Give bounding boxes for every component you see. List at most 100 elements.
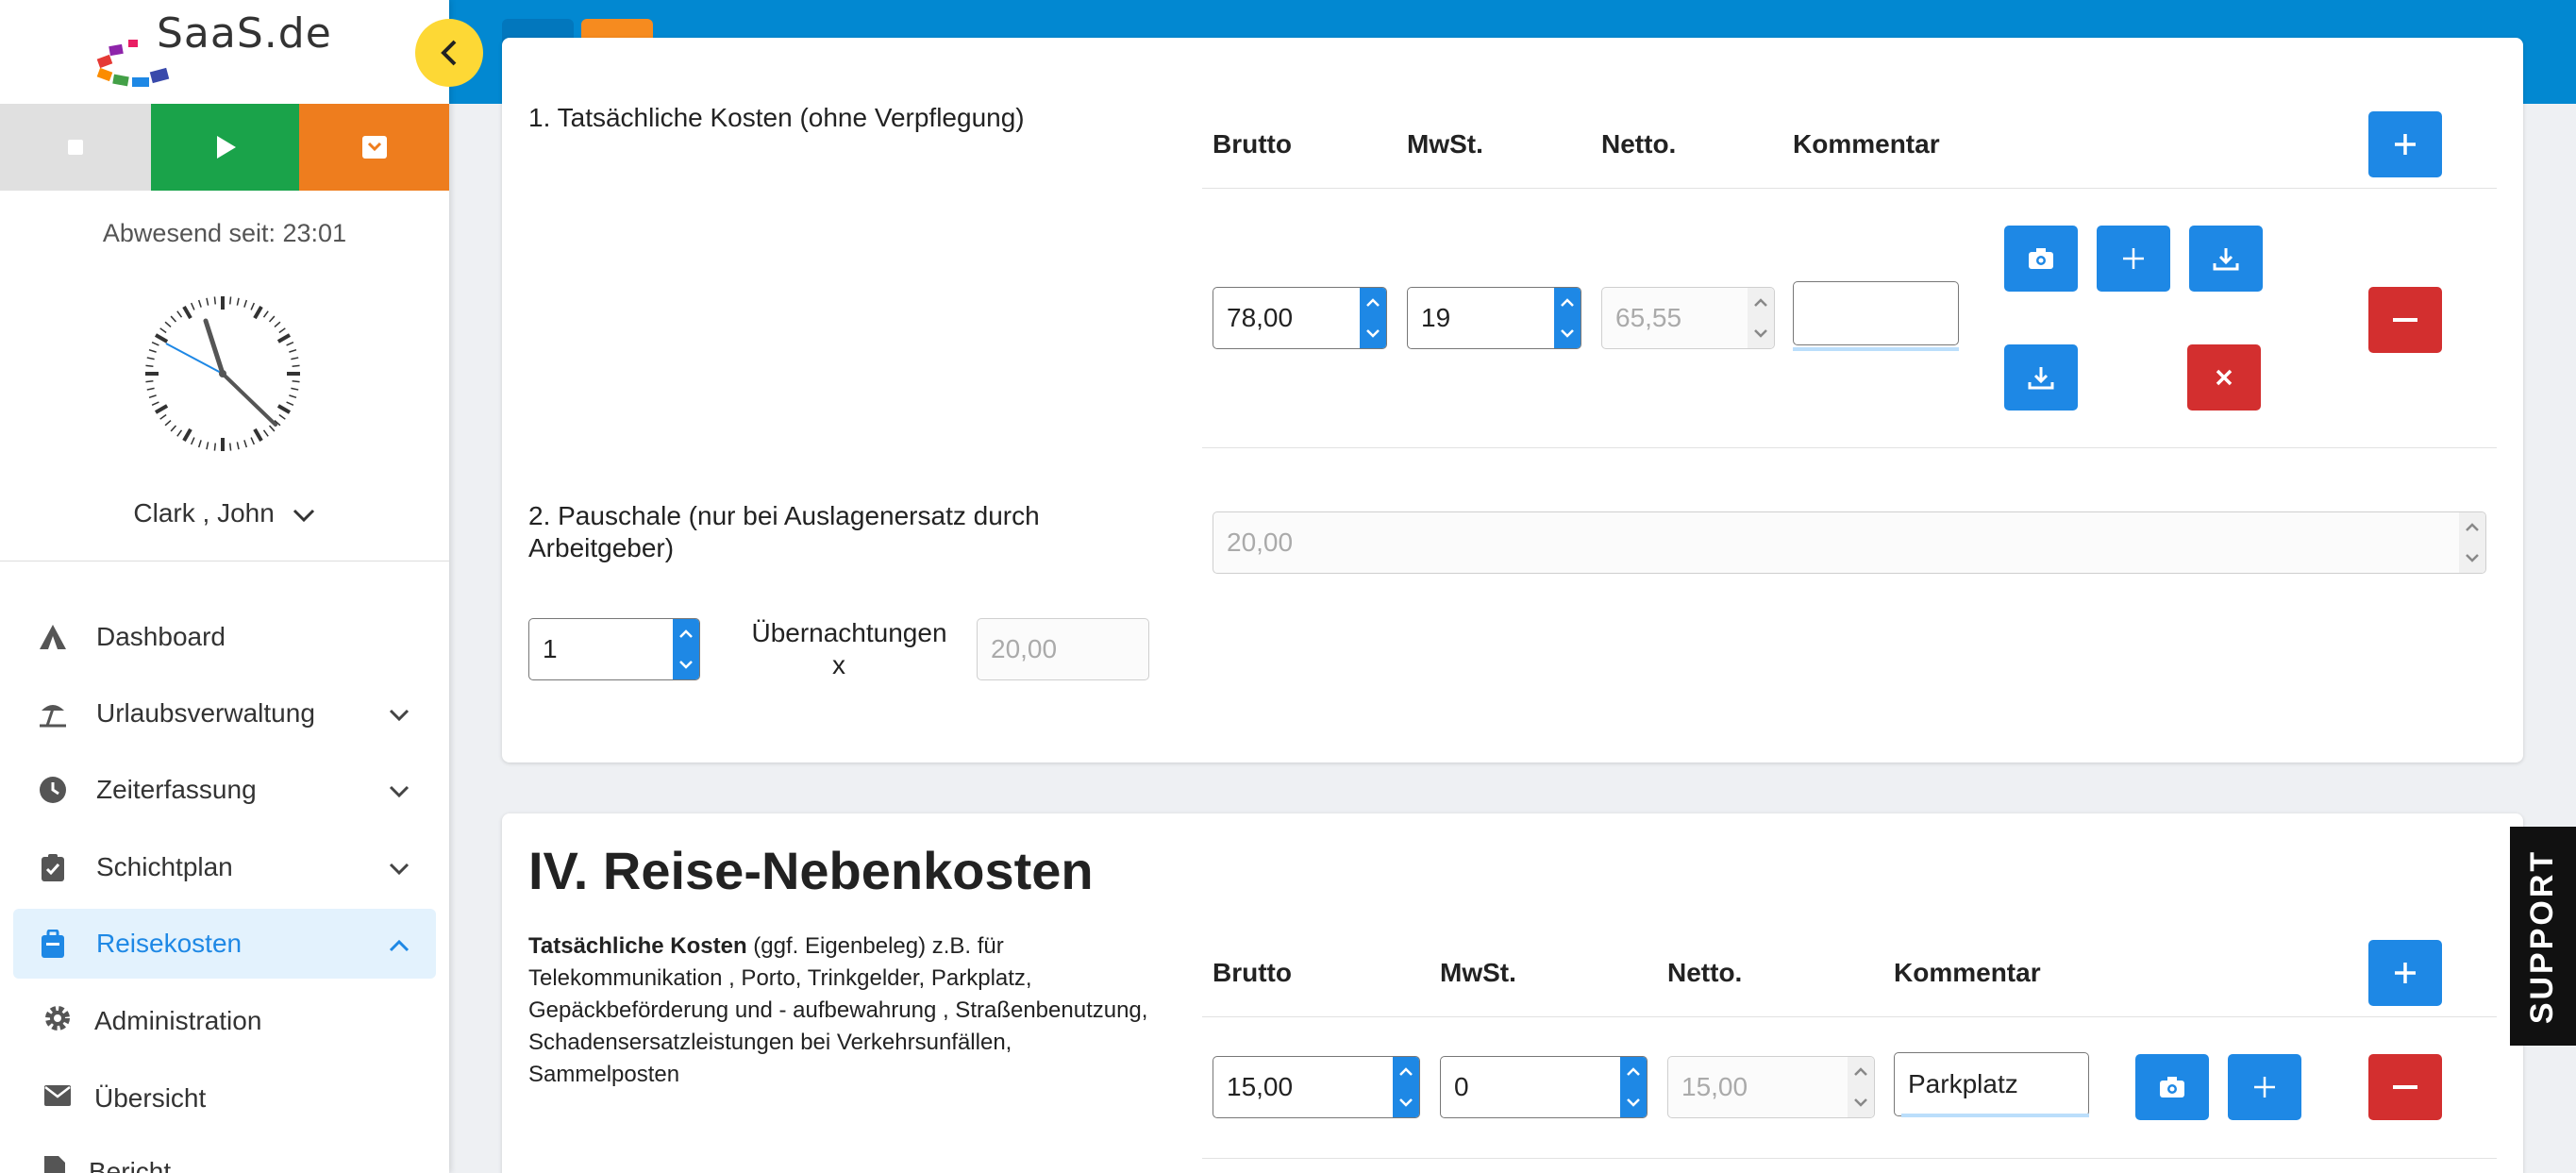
add-attachment-button[interactable] xyxy=(2097,226,2170,292)
header-kommentar: Kommentar xyxy=(1793,129,1940,159)
nights-label-line2: x xyxy=(832,650,845,679)
clock-tick xyxy=(228,443,232,451)
stop-button[interactable] xyxy=(0,104,151,191)
logo-text: SaaS.de xyxy=(157,9,332,58)
incidentals-description: Tatsächliche Kosten (ggf. Eigenbeleg) z.… xyxy=(528,930,1189,1091)
plus-icon xyxy=(2395,134,2416,155)
camera-icon xyxy=(2029,248,2053,269)
sidebar-item-label: Urlaubsverwaltung xyxy=(96,698,315,728)
header-brutto: Brutto xyxy=(1213,958,1292,987)
plus-icon xyxy=(2254,1077,2275,1098)
clock-tick xyxy=(292,364,300,368)
gear-icon xyxy=(43,1004,72,1039)
download-icon xyxy=(2213,248,2239,271)
dashboard-icon xyxy=(32,623,74,651)
support-label: SUPPORT xyxy=(2524,848,2561,1024)
sidebar-item-schichtplan[interactable]: Schichtplan xyxy=(13,832,436,902)
stepper[interactable] xyxy=(1393,1057,1419,1117)
sidebar-subitem-administration[interactable]: Administration xyxy=(43,993,261,1049)
nights-value: 1 xyxy=(543,634,558,663)
support-tab[interactable]: SUPPORT xyxy=(2510,827,2576,1046)
stepper xyxy=(2459,512,2485,573)
clock-icon xyxy=(32,776,74,804)
mwst-value: 19 xyxy=(1421,303,1451,332)
pauschale-label-line1: 2. Pauschale (nur bei Auslagenersatz dur… xyxy=(528,501,1040,530)
add-attachment-button[interactable] xyxy=(2228,1054,2301,1120)
close-icon xyxy=(2216,369,2233,386)
pause-button[interactable] xyxy=(299,104,449,191)
sidebar-item-label: Administration xyxy=(94,1006,262,1035)
chevron-up-icon xyxy=(1627,1067,1640,1076)
collapse-sidebar-button[interactable] xyxy=(415,19,483,87)
clock-tick xyxy=(213,296,217,305)
stepper[interactable] xyxy=(673,619,699,679)
delete-attachment-button[interactable] xyxy=(2187,344,2261,411)
chevron-down-icon xyxy=(1627,1098,1640,1107)
stepper[interactable] xyxy=(1554,288,1581,348)
pauschale-value: 20,00 xyxy=(1227,528,1294,557)
sidebar-subitem-bericht[interactable]: Bericht xyxy=(43,1144,171,1173)
stepper[interactable] xyxy=(1620,1057,1647,1117)
add-row-button[interactable] xyxy=(2368,111,2442,177)
camera-icon xyxy=(2160,1077,2184,1098)
mwst-input[interactable]: 19 xyxy=(1407,287,1581,349)
user-menu[interactable]: Clark , John xyxy=(0,498,449,528)
remove-row-button[interactable] xyxy=(2368,287,2442,353)
sidebar-item-zeiterfassung[interactable]: Zeiterfassung xyxy=(13,755,436,825)
stepper xyxy=(1848,1057,1874,1117)
mwst-input[interactable]: 0 xyxy=(1440,1056,1648,1118)
chevron-down-icon xyxy=(1854,1098,1867,1107)
camera-button[interactable] xyxy=(2004,226,2078,292)
chevron-down-icon xyxy=(679,661,693,669)
input-underline xyxy=(1793,347,1959,351)
play-icon xyxy=(216,136,236,159)
netto-input: 15,00 xyxy=(1667,1056,1875,1118)
archive-icon xyxy=(361,136,387,159)
chevron-up-icon xyxy=(1561,298,1574,307)
download-button[interactable] xyxy=(2004,344,2078,411)
description-line: Gepäckbeförderung und - aufbewahrung , S… xyxy=(528,997,1148,1023)
kommentar-input[interactable]: Parkplatz xyxy=(1894,1052,2089,1116)
sidebar-item-label: Bericht xyxy=(89,1157,172,1173)
chevron-up-icon xyxy=(2466,523,2479,531)
brutto-input[interactable]: 78,00 xyxy=(1213,287,1387,349)
chevron-down-icon xyxy=(1366,329,1380,338)
sidebar-item-urlaubsverwaltung[interactable]: Urlaubsverwaltung xyxy=(13,679,436,748)
description-line: Sammelposten xyxy=(528,1062,680,1087)
file-icon xyxy=(43,1155,66,1173)
kommentar-value: Parkplatz xyxy=(1908,1069,2018,1098)
download-button[interactable] xyxy=(2189,226,2263,292)
chevron-down-icon xyxy=(1399,1098,1413,1107)
divider xyxy=(1202,1158,2497,1159)
netto-value: 15,00 xyxy=(1681,1072,1748,1101)
brutto-input[interactable]: 15,00 xyxy=(1213,1056,1420,1118)
pauschale-input: 20,00 xyxy=(1213,511,2486,574)
kommentar-input[interactable] xyxy=(1793,281,1959,345)
sidebar-subitem-uebersicht[interactable]: Übersicht xyxy=(43,1070,206,1127)
camera-button[interactable] xyxy=(2135,1054,2209,1120)
download-icon xyxy=(2028,367,2054,390)
add-row-button[interactable] xyxy=(2368,940,2442,1006)
header-mwst: MwSt. xyxy=(1440,958,1516,987)
stepper[interactable] xyxy=(1360,288,1386,348)
nights-input[interactable]: 1 xyxy=(528,618,700,680)
chevron-down-icon xyxy=(389,698,410,729)
clock-tick xyxy=(145,364,154,368)
brutto-value: 15,00 xyxy=(1227,1072,1294,1101)
start-button[interactable] xyxy=(151,104,299,191)
sidebar-item-dashboard[interactable]: Dashboard xyxy=(13,602,436,672)
envelope-icon xyxy=(43,1083,72,1114)
chevron-up-icon xyxy=(1366,298,1380,307)
brutto-value: 78,00 xyxy=(1227,303,1294,332)
chevron-down-icon xyxy=(1754,329,1767,338)
clock-tick xyxy=(213,443,217,451)
description-line: Schadensersatzleistungen bei Verkehrsunf… xyxy=(528,1030,1012,1055)
sidebar-item-label: Dashboard xyxy=(96,622,226,651)
analog-clock xyxy=(143,294,302,453)
chevron-down-icon xyxy=(389,775,410,805)
chevron-up-icon xyxy=(679,629,693,638)
nights-rate-input: 20,00 xyxy=(977,618,1149,680)
sidebar-item-reisekosten[interactable]: Reisekosten xyxy=(13,909,436,979)
logo[interactable]: SaaS.de xyxy=(0,0,449,104)
remove-row-button[interactable] xyxy=(2368,1054,2442,1120)
